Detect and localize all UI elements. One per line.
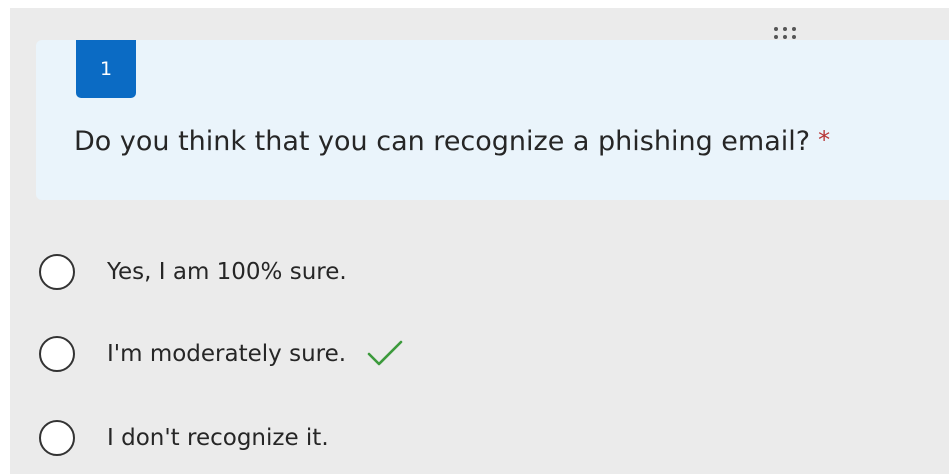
option-label: I don't recognize it.	[107, 425, 329, 451]
option-dont-recognize[interactable]: I don't recognize it.	[39, 416, 329, 460]
question-title: Do you think that you can recognize a ph…	[74, 126, 830, 157]
option-label: I'm moderately sure.	[107, 341, 347, 367]
option-yes-100-sure[interactable]: Yes, I am 100% sure.	[39, 250, 347, 294]
question-header: 1 Do you think that you can recognize a …	[36, 40, 949, 200]
drag-dot	[774, 27, 778, 31]
radio-button[interactable]	[39, 336, 75, 372]
option-moderately-sure[interactable]: I'm moderately sure.	[39, 332, 404, 376]
drag-dot	[783, 27, 787, 31]
radio-button[interactable]	[39, 420, 75, 456]
option-label: Yes, I am 100% sure.	[107, 259, 347, 285]
drag-dot	[792, 35, 796, 39]
check-icon	[367, 340, 403, 366]
required-marker: *	[818, 126, 831, 154]
drag-dot	[774, 35, 778, 39]
question-text: Do you think that you can recognize a ph…	[74, 126, 811, 157]
question-container: 1 Do you think that you can recognize a …	[10, 8, 949, 474]
drag-dot	[783, 35, 787, 39]
radio-button[interactable]	[39, 254, 75, 290]
question-number-badge: 1	[76, 40, 136, 98]
drag-dot	[792, 27, 796, 31]
